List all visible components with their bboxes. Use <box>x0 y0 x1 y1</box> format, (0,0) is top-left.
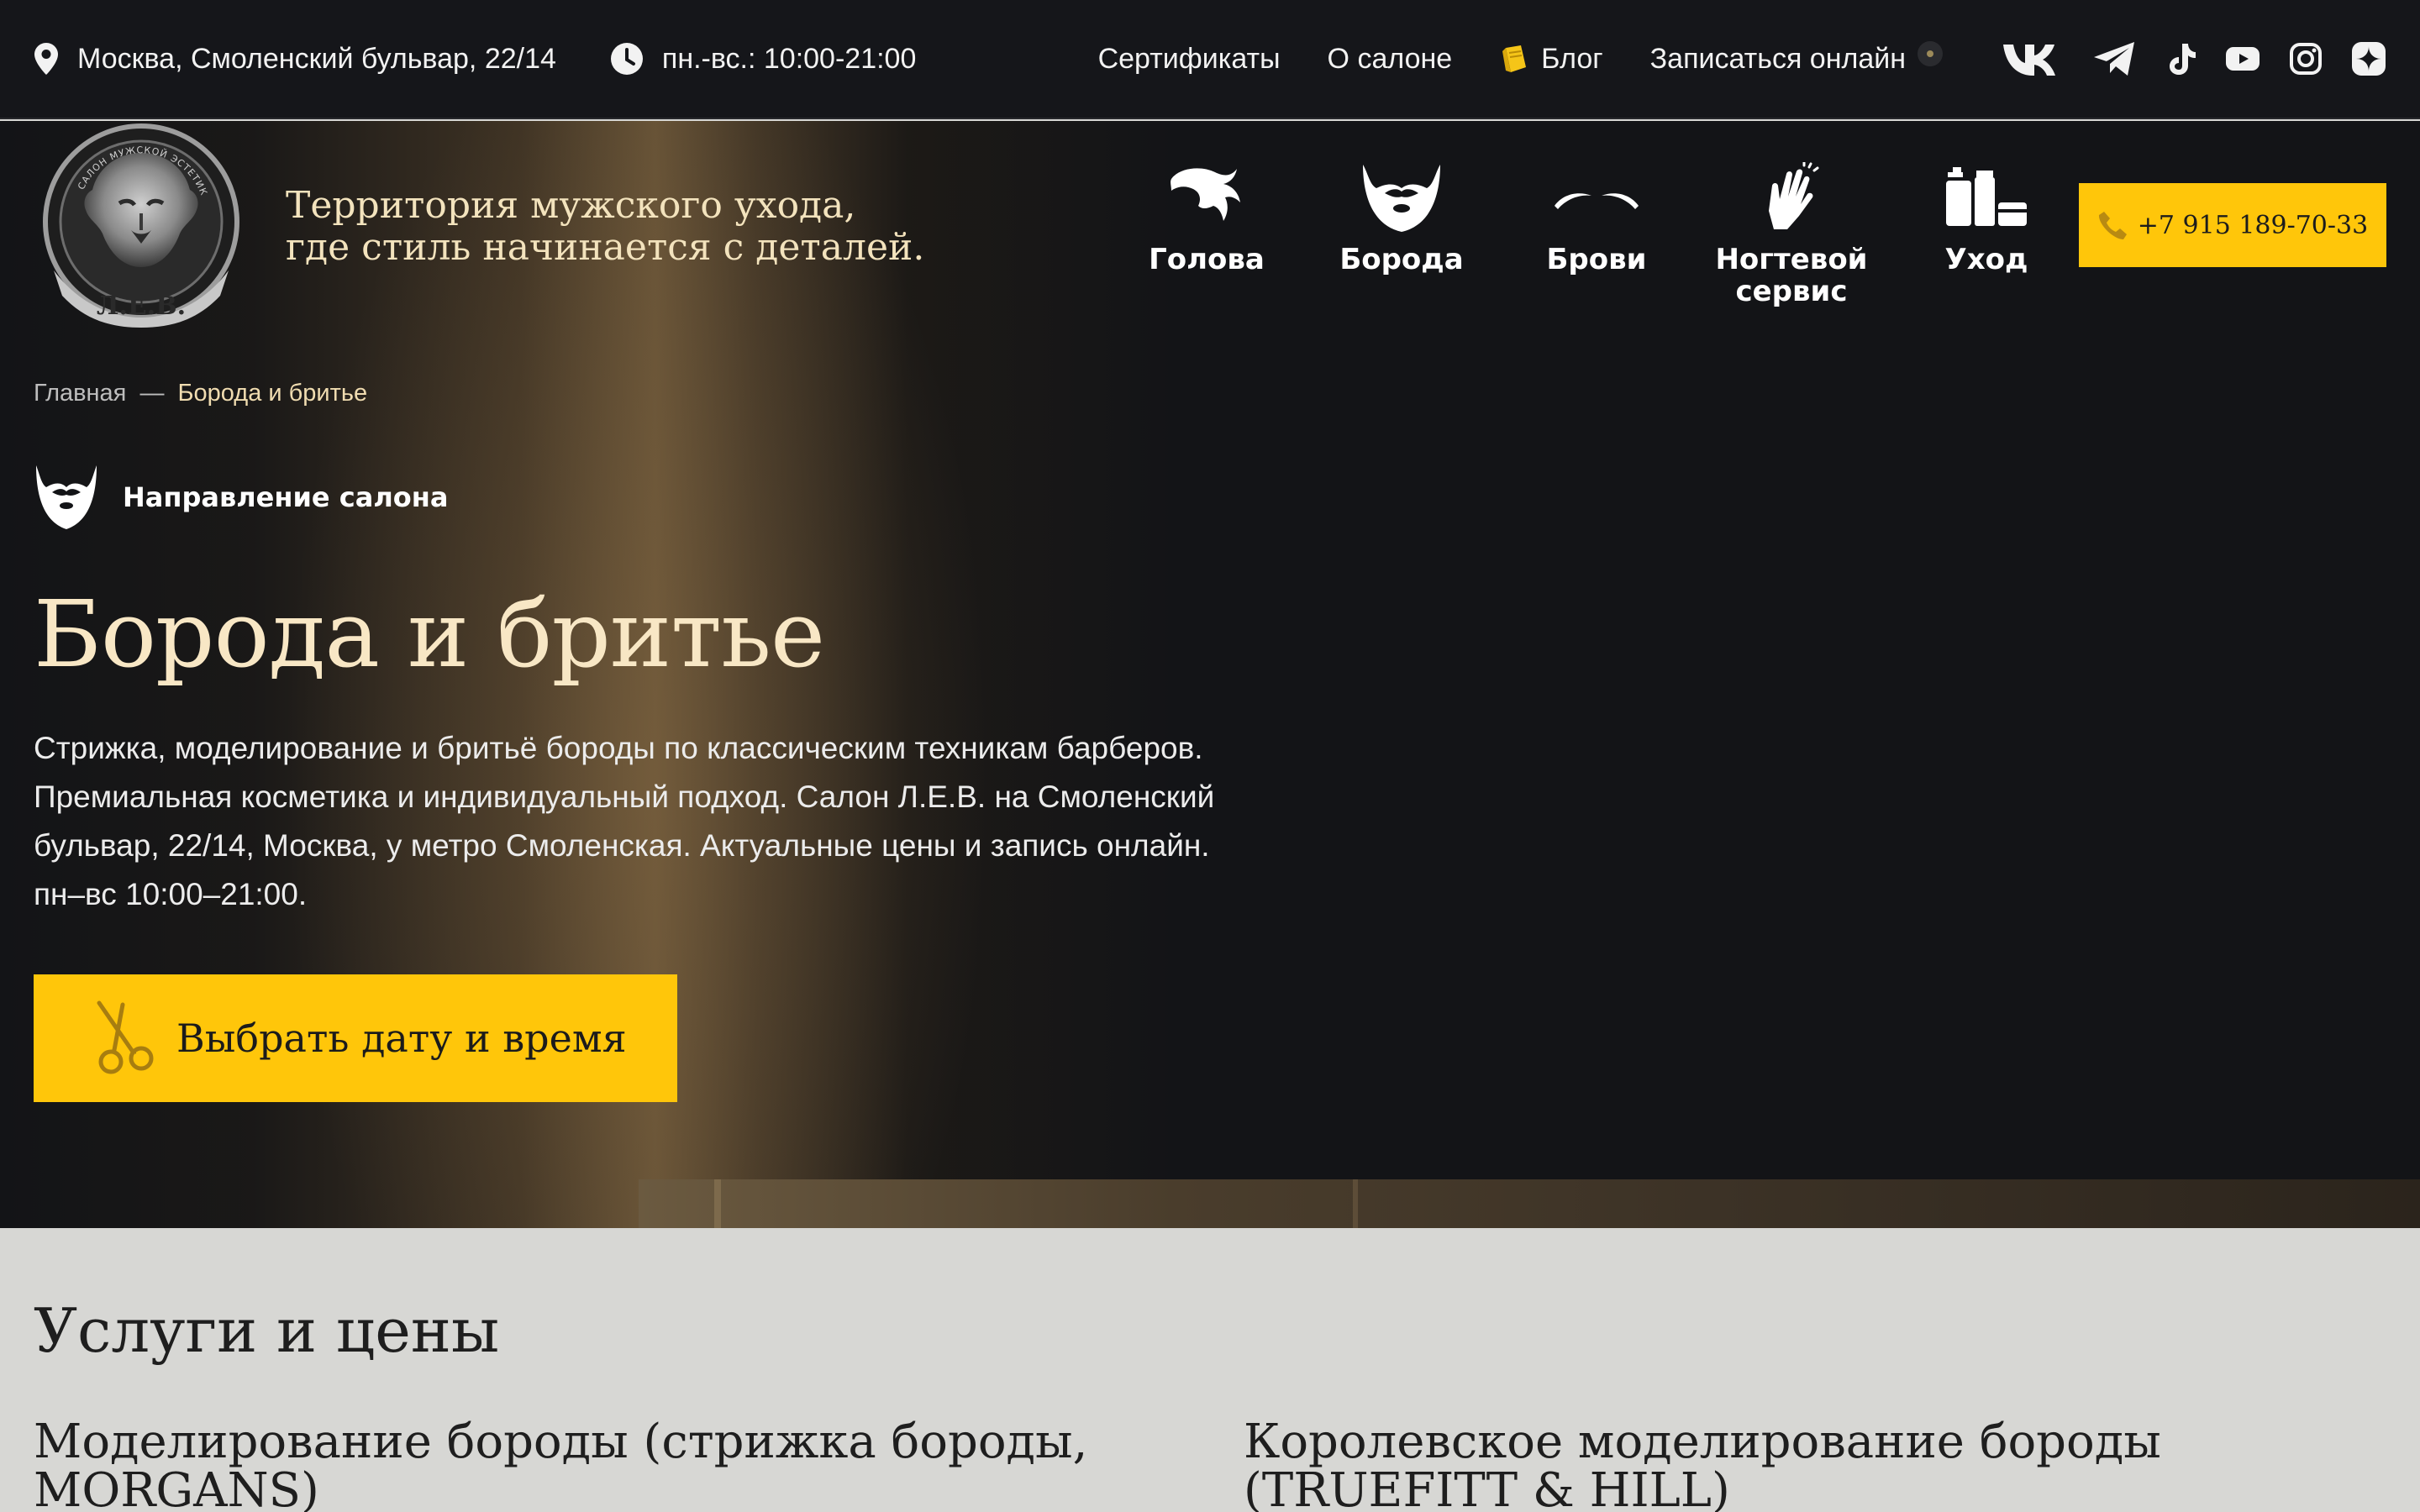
salon-direction: Направление салона <box>34 464 448 531</box>
online-indicator-icon <box>1918 41 1943 66</box>
svg-text:Л.Е.В.: Л.Е.В. <box>97 291 186 321</box>
page-description: Стрижка, моделирование и бритьё бороды п… <box>34 731 1215 911</box>
phone-icon <box>2098 212 2127 239</box>
yandex-zen-icon[interactable] <box>2351 41 2386 76</box>
choose-date-time-label: Выбрать дату и время <box>176 1016 627 1061</box>
social-links <box>2002 40 2386 77</box>
page-title: Борода и бритье <box>34 580 825 688</box>
beard-icon <box>36 465 97 529</box>
youtube-icon[interactable] <box>2225 45 2260 72</box>
top-bar: Москва, Смоленский бульвар, 22/14 пн.-вс… <box>0 0 2420 119</box>
tiktok-icon[interactable] <box>2166 42 2196 76</box>
instagram-icon[interactable] <box>2289 42 2323 76</box>
vk-icon[interactable] <box>2002 42 2064 76</box>
clock-icon <box>610 43 643 75</box>
nav-book-online[interactable]: Записаться онлайн <box>1649 41 1943 76</box>
telegram-icon[interactable] <box>2092 40 2138 77</box>
top-nav: Сертификаты О салоне Блог Записаться онл… <box>1098 41 1943 76</box>
service-title[interactable]: Моделирование бороды (стрижка бороды, MO… <box>34 1418 1126 1512</box>
nav-about[interactable]: О салоне <box>1328 43 1453 76</box>
choose-date-time-button[interactable]: Выбрать дату и время <box>34 974 677 1102</box>
breadcrumb-current: Борода и бритье <box>177 380 368 407</box>
category-head-label: Голова <box>1149 243 1265 276</box>
nav-book-online-label: Записаться онлайн <box>1649 42 1906 75</box>
notebook-icon <box>1502 45 1527 72</box>
nav-certificates[interactable]: Сертификаты <box>1098 43 1281 76</box>
address[interactable]: Москва, Смоленский бульвар, 22/14 <box>34 42 556 76</box>
category-nails[interactable]: Ногтевой сервис <box>1694 151 1889 307</box>
hours-text: пн.-вс.: 10:00-21:00 <box>661 42 917 75</box>
nav-blog-label: Блог <box>1541 42 1603 75</box>
tagline: Территория мужского ухода, где стиль нач… <box>286 185 924 269</box>
hands-icon <box>1769 162 1819 229</box>
hair-icon <box>1171 168 1240 221</box>
services-heading: Услуги и цены <box>34 1295 500 1366</box>
service-title[interactable]: Королевское моделирование бороды (TRUEFI… <box>1244 1418 2403 1512</box>
category-beard-label: Борода <box>1339 243 1464 276</box>
tagline-line-2: где стиль начинается с деталей. <box>286 226 925 269</box>
category-beard[interactable]: Борода <box>1304 151 1499 307</box>
category-care-label: Уход <box>1944 243 2028 276</box>
category-care[interactable]: Уход <box>1889 151 2084 307</box>
lion-logo-icon: Л.Е.В. САЛОН МУЖСКОЙ ЭСТЕТИКИ <box>33 111 239 328</box>
phone-number: +7 915 189-70-33 <box>2137 210 2369 240</box>
category-eyebrows-label: Брови <box>1546 243 1647 276</box>
beard-icon <box>1363 165 1440 232</box>
scissors-icon <box>97 1000 154 1074</box>
services-section: Услуги и цены Моделирование бороды (стри… <box>0 1228 2420 1512</box>
category-eyebrows[interactable]: Брови <box>1499 151 1694 307</box>
category-nails-label: Ногтевой сервис <box>1715 243 1868 308</box>
address-text: Москва, Смоленский бульвар, 22/14 <box>77 42 556 75</box>
nav-certificates-label: Сертификаты <box>1097 42 1281 75</box>
tagline-line-1: Территория мужского ухода, <box>286 184 856 227</box>
location-pin-icon <box>34 43 58 75</box>
nav-blog[interactable]: Блог <box>1499 42 1603 76</box>
cosmetics-icon <box>1946 167 2027 226</box>
phone-button[interactable]: +7 915 189-70-33 <box>2079 183 2386 267</box>
opening-hours: пн.-вс.: 10:00-21:00 <box>610 42 916 76</box>
direction-label: Направление салона <box>123 481 449 513</box>
nav-about-label: О салоне <box>1327 42 1453 75</box>
category-head[interactable]: Голова <box>1109 151 1304 307</box>
hero-background-floor <box>639 1179 2420 1228</box>
breadcrumb-separator: — <box>139 380 165 407</box>
breadcrumb: Главная — Борода и бритье <box>34 380 367 407</box>
salon-logo[interactable]: Л.Е.В. САЛОН МУЖСКОЙ ЭСТЕТИКИ <box>33 111 245 331</box>
category-nav: Голова Борода Брови Ногтевой сервис Уход <box>1109 151 2084 307</box>
eyebrows-icon <box>1555 193 1639 209</box>
breadcrumb-home[interactable]: Главная <box>34 380 126 407</box>
